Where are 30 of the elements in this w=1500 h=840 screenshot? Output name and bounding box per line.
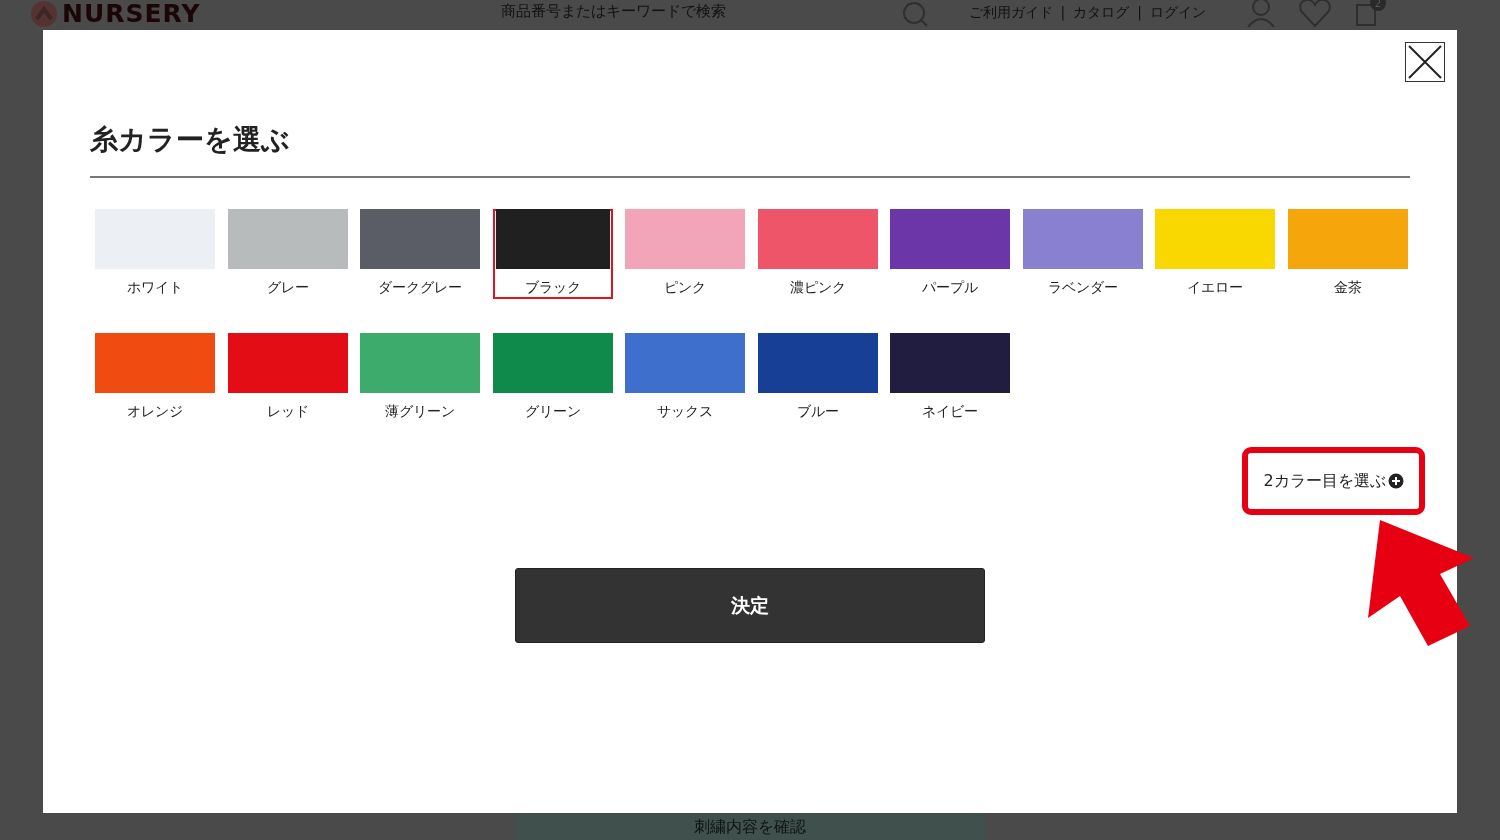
search-icon[interactable] [900, 2, 929, 28]
color-label: ネイビー [922, 402, 978, 421]
heart-icon[interactable] [1298, 0, 1332, 27]
close-icon [1407, 44, 1443, 80]
separator: | [1137, 2, 1142, 23]
color-label: ホワイト [127, 278, 183, 297]
color-label: イエロー [1187, 278, 1243, 297]
second-color-button[interactable]: 2カラー目を選ぶ [1242, 447, 1425, 515]
close-button[interactable] [1405, 42, 1445, 82]
separator: | [1060, 2, 1066, 23]
color-label: ブルー [796, 402, 839, 421]
color-label: レッド [266, 402, 309, 421]
plus-icon [1387, 473, 1404, 489]
color-label: パープル [922, 278, 978, 297]
color-label: ラベンダー [1047, 278, 1118, 297]
color-label: ダークグレー [378, 278, 462, 297]
submit-button[interactable]: 決定 [515, 568, 985, 643]
color-label: ピンク [664, 278, 706, 297]
color-label: ブラック [524, 278, 581, 297]
color-label: サックス [657, 402, 713, 421]
color-label: 濃ピンク [789, 278, 846, 297]
color-label: 薄グリーン [385, 402, 455, 421]
user-icon[interactable] [1246, 0, 1276, 27]
modal-title: 糸カラーを選ぶ [90, 122, 1410, 178]
color-label: グレー [266, 278, 309, 297]
color-label: オレンジ [127, 402, 183, 421]
color-label: グリーン [524, 402, 581, 421]
color-option[interactable]: ブラック [492, 209, 613, 299]
color-label: 金茶 [1333, 278, 1362, 297]
logo-icon[interactable] [30, 0, 58, 28]
